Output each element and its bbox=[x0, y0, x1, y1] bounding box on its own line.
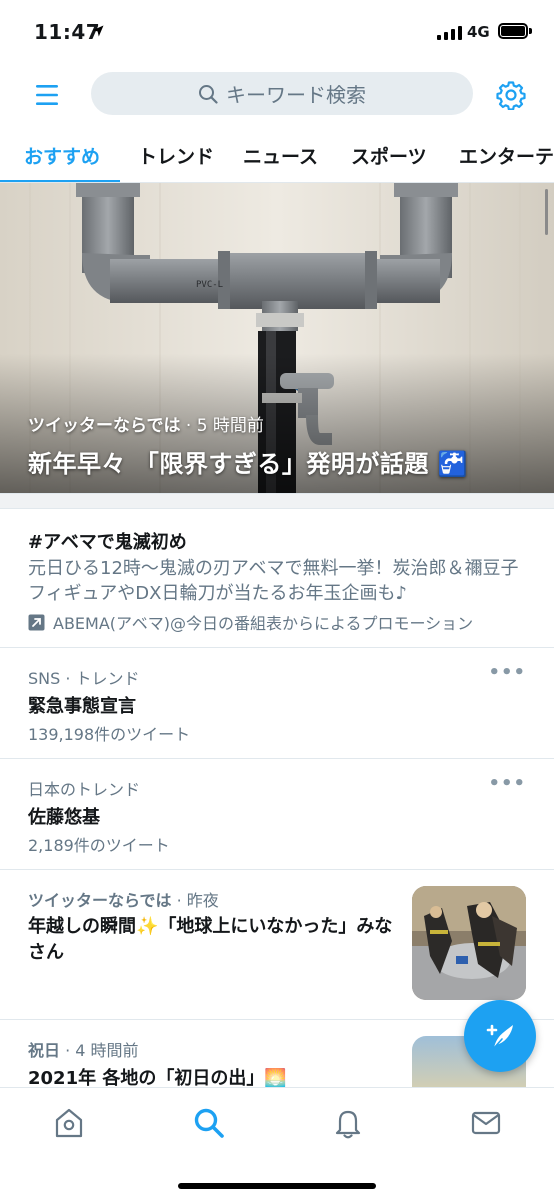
battery-cap bbox=[529, 28, 532, 34]
hero-source: ツイッターならでは bbox=[28, 416, 181, 436]
story-source: 祝日 bbox=[28, 1041, 61, 1060]
hero-title: 新年早々 「限界すぎる」発明が話題 🚰 bbox=[28, 450, 469, 478]
explore-tabs: おすすめ トレンド ニュース スポーツ エンターテ bbox=[0, 126, 554, 183]
promoted-by: ABEMA(アベマ)@今日の番組表からによるプロモーション bbox=[28, 610, 473, 634]
scrollbar[interactable] bbox=[545, 189, 548, 235]
compose-tweet-icon bbox=[486, 1024, 513, 1049]
promoted-by-text: ABEMA(アベマ)@今日の番組表からによるプロモーション bbox=[53, 614, 474, 633]
trend-title: 緊急事態宣言 bbox=[28, 696, 136, 717]
hero-time: · 5 時間前 bbox=[185, 416, 264, 436]
trend-title: 佐藤悠基 bbox=[28, 807, 100, 828]
trend-tweet-count: 2,189件のツイート bbox=[28, 836, 170, 855]
story-meta: 祝日 · 4 時間前 bbox=[28, 1037, 139, 1061]
more-options-button[interactable]: ••• bbox=[488, 662, 526, 683]
story-thumbnail bbox=[412, 886, 526, 1000]
bell-icon[interactable] bbox=[331, 1106, 365, 1140]
status-time: 11:47 bbox=[34, 20, 101, 44]
menu-icon[interactable] bbox=[34, 82, 60, 108]
more-options-button[interactable]: ••• bbox=[488, 773, 526, 794]
tab-entertainment[interactable]: エンターテ bbox=[459, 142, 554, 169]
search-placeholder: キーワード検索 bbox=[226, 83, 366, 107]
story-time: · 昨夜 bbox=[176, 891, 219, 910]
search-input[interactable]: キーワード検索 bbox=[91, 72, 473, 115]
trend-context: SNS · トレンド bbox=[28, 669, 140, 688]
hero-story[interactable]: PVC-L ツイッターならでは · 5 時間前 新年早々 「限界すぎる」発明が話… bbox=[0, 183, 554, 493]
story-title: 年越しの瞬間✨「地球上にいなかった」みなさん bbox=[28, 916, 393, 963]
status-bar: 11:47 4G bbox=[0, 0, 554, 64]
hero-caption: ツイッターならでは · 5 時間前 新年早々 「限界すぎる」発明が話題 🚰 bbox=[28, 411, 468, 479]
trend-context: 日本のトレンド bbox=[28, 780, 141, 799]
tab-sports[interactable]: スポーツ bbox=[351, 142, 427, 169]
promoted-title: #アベマで鬼滅初め bbox=[28, 532, 187, 553]
bottom-nav bbox=[0, 1087, 554, 1200]
hero-meta: ツイッターならでは · 5 時間前 bbox=[28, 411, 468, 436]
home-icon[interactable] bbox=[52, 1106, 86, 1140]
tab-recommended[interactable]: おすすめ bbox=[24, 142, 100, 169]
trend-item[interactable]: SNS · トレンド ••• 緊急事態宣言 139,198件のツイート bbox=[0, 648, 554, 759]
signal-strength-icon bbox=[437, 26, 462, 40]
network-type: 4G bbox=[467, 23, 490, 41]
tab-trends[interactable]: トレンド bbox=[138, 142, 214, 169]
trend-item[interactable]: 日本のトレンド ••• 佐藤悠基 2,189件のツイート bbox=[0, 759, 554, 870]
story-item[interactable]: ツイッターならでは · 昨夜 年越しの瞬間✨「地球上にいなかった」みなさん bbox=[0, 870, 554, 1020]
header: キーワード検索 bbox=[0, 64, 554, 126]
section-divider bbox=[0, 493, 554, 509]
compose-tweet-button[interactable] bbox=[464, 1000, 536, 1072]
trend-tweet-count: 139,198件のツイート bbox=[28, 725, 191, 744]
promoted-trend[interactable]: #アベマで鬼滅初め 元日ひる12時〜鬼滅の刃アベマで無料一挙！炭治郎＆禰豆子フィ… bbox=[0, 510, 554, 648]
promoted-description: 元日ひる12時〜鬼滅の刃アベマで無料一挙！炭治郎＆禰豆子フィギュアやDX日輪刀が… bbox=[28, 558, 519, 604]
search-icon bbox=[199, 84, 218, 104]
story-time: · 4 時間前 bbox=[65, 1041, 139, 1060]
promoted-icon bbox=[28, 614, 45, 630]
story-thumbnail-image bbox=[412, 886, 526, 1000]
gear-icon[interactable] bbox=[496, 80, 526, 110]
home-indicator bbox=[178, 1183, 376, 1189]
mail-icon[interactable] bbox=[469, 1106, 503, 1140]
battery-icon bbox=[498, 23, 528, 39]
search-icon[interactable] bbox=[192, 1106, 226, 1140]
story-source: ツイッターならでは bbox=[28, 891, 172, 910]
story-meta: ツイッターならでは · 昨夜 bbox=[28, 887, 219, 911]
location-arrow-icon bbox=[92, 25, 104, 37]
tab-news[interactable]: ニュース bbox=[243, 142, 318, 169]
